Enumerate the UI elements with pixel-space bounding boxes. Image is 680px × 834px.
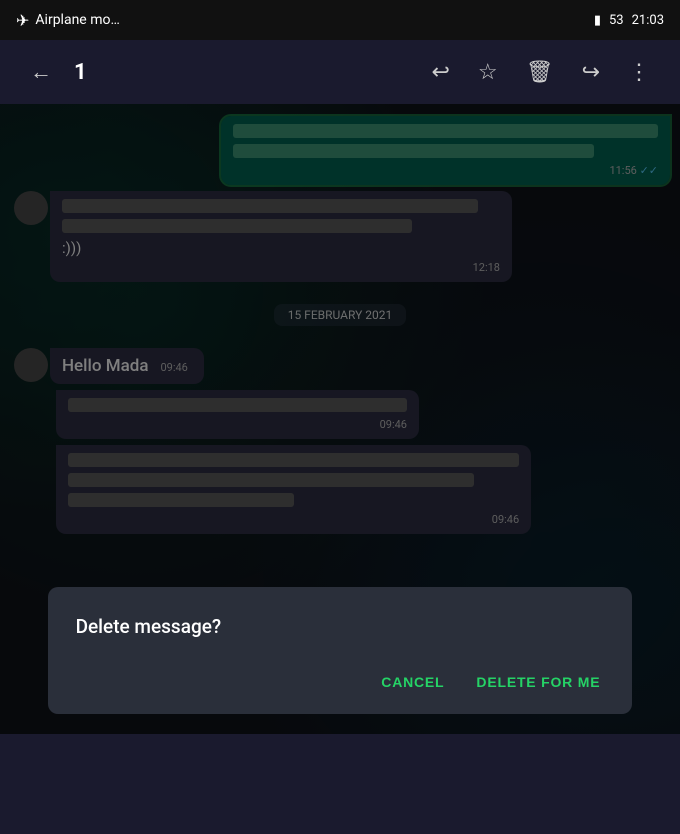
- chat-area: 11:56 ✓✓ :))) 12:18 15 FEBRUARY 2021 Hel…: [0, 104, 680, 734]
- status-bar: ✈ Airplane mo… ▮ 53 21:03: [0, 0, 680, 40]
- dialog-overlay: Delete message? CANCEL DELETE FOR ME: [0, 104, 680, 734]
- battery-level: 53: [609, 13, 624, 28]
- delete-button[interactable]: 🗑: [512, 51, 568, 93]
- airplane-icon: ✈: [16, 11, 29, 30]
- more-button[interactable]: ⋮: [614, 51, 664, 93]
- status-left: ✈ Airplane mo…: [16, 11, 120, 30]
- carrier-text: Airplane mo…: [35, 12, 119, 28]
- forward-button[interactable]: ↪: [568, 51, 614, 93]
- delete-dialog: Delete message? CANCEL DELETE FOR ME: [48, 587, 633, 714]
- clock: 21:03: [632, 13, 664, 28]
- cancel-button[interactable]: CANCEL: [377, 666, 448, 698]
- dialog-title: Delete message?: [76, 615, 605, 638]
- dialog-buttons: CANCEL DELETE FOR ME: [76, 666, 605, 698]
- back-button[interactable]: ←: [16, 51, 66, 93]
- delete-for-me-button[interactable]: DELETE FOR ME: [472, 666, 604, 698]
- star-button[interactable]: ☆: [464, 51, 512, 93]
- selected-count: 1: [66, 60, 95, 85]
- status-right: ▮ 53 21:03: [594, 13, 664, 28]
- battery-icon: ▮: [594, 13, 601, 28]
- action-bar: ← 1 ↩ ☆ 🗑 ↪ ⋮: [0, 40, 680, 104]
- reply-button[interactable]: ↩: [417, 51, 463, 93]
